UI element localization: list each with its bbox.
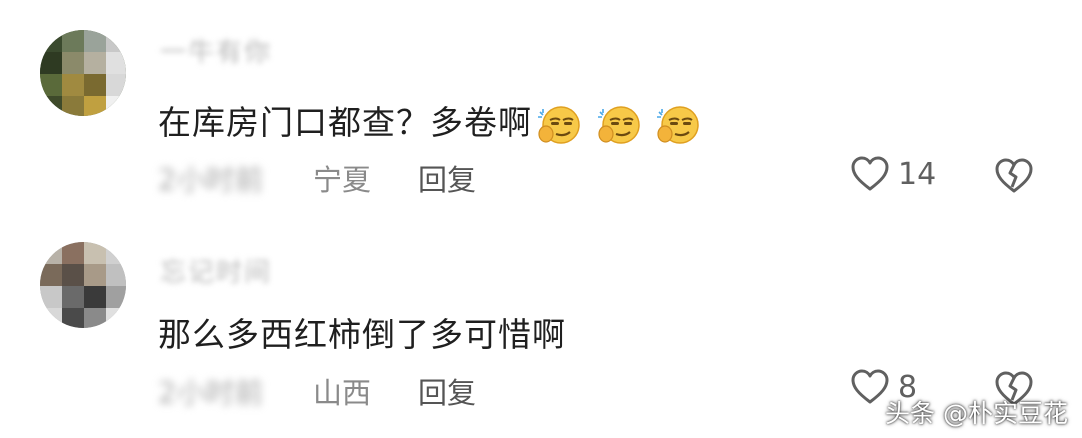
comment-list: 一牛有你 在库房门口都查？多卷啊 2小时前 宁夏 回复 14 忘记时间 那么多西… [0,0,1082,438]
avatar[interactable] [40,30,126,116]
like-button[interactable]: 14 [850,155,936,193]
heart-icon [851,369,889,404]
avatar[interactable] [40,242,126,328]
heart-icon [851,156,889,191]
like-count: 14 [898,156,937,192]
comment-time: 2小时前 [158,376,264,410]
comment-text: 在库房门口都查？多卷啊 [158,96,703,146]
smirk-face-icon [597,106,640,144]
comment-location: 山西 [313,376,372,410]
comment-text-content: 在库房门口都查？多卷啊 [158,103,532,142]
reply-button[interactable]: 回复 [418,370,476,412]
comment-text: 那么多西红柿倒了多可惜啊 [158,315,566,354]
comment-meta: 2小时前 山西 回复 [158,370,476,412]
comment-meta: 2小时前 宁夏 回复 [158,157,476,199]
dislike-button[interactable] [993,157,1035,199]
comment-time: 2小时前 [158,163,264,197]
smirk-face-icon [657,106,699,144]
watermark: 头条 @朴实豆花 [885,399,1068,428]
broken-heart-icon [995,158,1033,193]
emoji-group [536,103,703,146]
smirk-face-icon [538,106,580,144]
reply-button[interactable]: 回复 [418,157,476,199]
comment-location: 宁夏 [313,163,372,197]
commenter-name[interactable]: 一牛有你 [160,32,272,69]
commenter-name[interactable]: 忘记时间 [160,252,272,289]
